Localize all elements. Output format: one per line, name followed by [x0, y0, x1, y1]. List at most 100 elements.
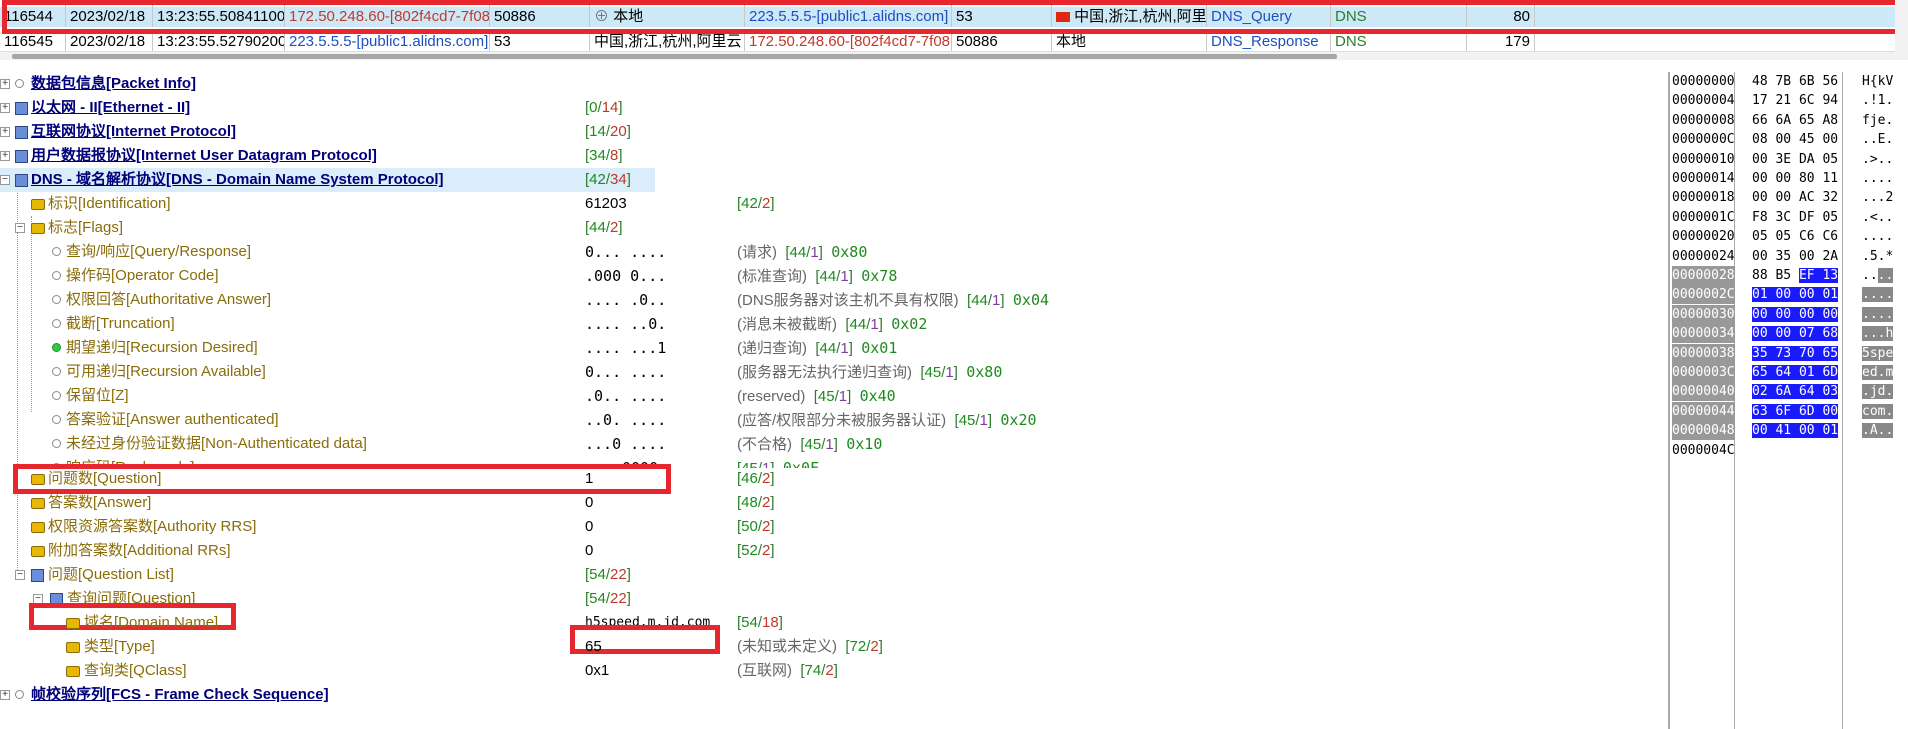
hex-ascii-row[interactable]: H{kV — [1862, 72, 1893, 91]
hex-bytes-row[interactable]: 63 6F 6D 00 — [1752, 402, 1839, 421]
byte-range: [46/2] — [737, 470, 775, 487]
hex-ascii-row[interactable]: ...h — [1862, 324, 1894, 343]
field-icon — [31, 491, 48, 515]
hex-ascii-column[interactable]: H{kV .!1. fje. ..E. .>...... ...2 .<...... .5.*… — [1862, 72, 1907, 729]
hex-ascii-row[interactable]: .<.. — [1862, 208, 1893, 227]
hex-offset: 0000003C — [1672, 363, 1735, 382]
field-label: 查询类[QClass] — [84, 662, 187, 679]
field-icon — [66, 611, 83, 635]
expand-toggle[interactable]: + — [0, 127, 10, 137]
field-value: 0 — [585, 518, 594, 535]
field-value: 0 — [585, 494, 594, 511]
hex-ascii-row[interactable]: 5spe — [1862, 344, 1894, 363]
hex-bytes-row[interactable]: 01 00 00 01 — [1752, 285, 1839, 304]
field-label: 标识[Identification] — [48, 195, 171, 212]
flag-desc: (DNS服务器对该主机不具有权限) [44/1] 0x04 — [737, 291, 1050, 309]
hex-ascii-row[interactable]: ..E. — [1862, 130, 1893, 149]
field-label: 权限资源答案数[Authority RRS] — [48, 518, 257, 535]
collapse-toggle[interactable]: − — [0, 175, 10, 185]
field-icon — [31, 515, 48, 539]
hex-bytes-row[interactable]: 35 73 70 65 — [1752, 344, 1839, 363]
hex-bytes-row[interactable]: F8 3C DF 05 — [1752, 208, 1838, 227]
flag-bits: 0... .... — [585, 363, 667, 381]
hex-offset: 00000034 — [1672, 324, 1735, 344]
flag-desc: (递归查询) [44/1] 0x01 — [737, 339, 898, 357]
hex-ascii-row[interactable]: .... — [1862, 266, 1894, 285]
node-label: 问题[Question List] — [48, 566, 174, 583]
hex-dump-panel[interactable]: 00000000 00000004 00000008 0000000C 00000010… — [1668, 72, 1908, 729]
hex-bytes-row[interactable]: 65 64 01 6D — [1752, 363, 1839, 382]
byte-range: [54/18] — [737, 614, 783, 631]
hex-bytes-row[interactable]: 48 7B 6B 56 — [1752, 72, 1838, 91]
flag-bits: .0.. .... — [585, 387, 667, 405]
hex-bytes-row[interactable]: 05 05 C6 C6 — [1752, 227, 1838, 246]
hex-bytes-row[interactable]: 08 00 45 00 — [1752, 130, 1838, 149]
flag-bits: .000 0... — [585, 267, 667, 285]
flag-desc: (消息未被截断) [44/1] 0x02 — [737, 315, 928, 333]
scrollbar-thumb[interactable] — [12, 54, 1337, 59]
bit-icon — [52, 360, 65, 384]
hex-bytes-row[interactable]: 00 35 00 2A — [1752, 247, 1838, 266]
hex-ascii-row[interactable]: com. — [1862, 402, 1894, 421]
collapse-toggle[interactable]: − — [15, 223, 25, 233]
byte-range: [50/2] — [737, 518, 775, 535]
field-value: 0 — [585, 542, 594, 559]
field-icon — [31, 539, 48, 563]
hex-ascii-row[interactable]: .5.* — [1862, 247, 1893, 266]
hex-bytes-row[interactable]: 00 00 AC 32 — [1752, 188, 1838, 207]
flag-label: 期望递归[Recursion Desired] — [66, 339, 258, 356]
packet-src: 223.5.5.5-[public1.alidns.com] — [285, 32, 490, 52]
hex-ascii-row[interactable]: .A.. — [1862, 421, 1894, 440]
flag-desc: (reserved) [45/1] 0x40 — [737, 387, 896, 405]
hex-ascii-row[interactable]: .... — [1862, 305, 1894, 324]
hex-offset: 00000028 — [1672, 266, 1735, 285]
packet-sport: 53 — [490, 32, 590, 52]
hex-offset: 00000004 — [1672, 93, 1735, 109]
expand-toggle[interactable]: + — [0, 151, 10, 161]
byte-range: [34/8] — [585, 147, 623, 164]
horizontal-scrollbar[interactable] — [0, 51, 1895, 60]
expand-toggle[interactable]: + — [0, 690, 10, 700]
hex-ascii-row[interactable]: .... — [1862, 169, 1893, 188]
packet-list[interactable]: 116543 2023/02/18 13:23:55.508 172.50.24… — [0, 0, 1908, 60]
packet-date: 2023/02/18 — [66, 32, 153, 52]
expand-toggle[interactable]: + — [0, 103, 10, 113]
hex-ascii-row[interactable]: fje. — [1862, 111, 1893, 130]
hex-bytes-row[interactable]: 02 6A 64 03 — [1752, 382, 1839, 401]
hex-bytes-row[interactable]: 00 00 00 00 — [1752, 305, 1839, 324]
packet-id: 116545 — [0, 32, 66, 52]
hex-bytes-row[interactable]: 00 00 80 11 — [1752, 169, 1838, 188]
hex-bytes-row[interactable]: 17 21 6C 94 — [1752, 91, 1838, 110]
hex-offset: 00000030 — [1672, 304, 1735, 324]
protocol-icon — [15, 168, 31, 192]
byte-range: [54/22] — [585, 590, 631, 607]
collapse-toggle[interactable]: − — [15, 570, 25, 580]
hex-ascii-row[interactable]: .... — [1862, 285, 1894, 304]
hex-bytes-row[interactable]: 00 00 07 68 — [1752, 324, 1839, 343]
hex-ascii-row[interactable]: .jd. — [1862, 382, 1894, 401]
hex-offset: 00000044 — [1672, 401, 1735, 421]
packet-detail-tree[interactable]: + 数据包信息[Packet Info] + 以太网 - II[Ethernet… — [0, 72, 1660, 729]
hex-ascii-row[interactable]: .... — [1862, 227, 1893, 246]
hex-bytes-row[interactable]: 66 6A 65 A8 — [1752, 111, 1838, 130]
hex-ascii-row[interactable]: .!1. — [1862, 91, 1893, 110]
packet-row[interactable]: 116545 2023/02/18 13:23:55.527902000 223… — [0, 32, 1895, 52]
hex-ascii-row[interactable]: ...2 — [1862, 188, 1893, 207]
vertical-scrollbar[interactable] — [1895, 0, 1908, 60]
flag-label: 未经过身份验证数据[Non-Authenticated data] — [66, 435, 367, 452]
hex-bytes-row[interactable]: 88 B5 EF 13 — [1752, 266, 1839, 285]
hex-ascii-row[interactable]: .>.. — [1862, 150, 1893, 169]
hex-bytes-column[interactable]: 48 7B 6B 56 17 21 6C 94 66 6A 65 A8 08 00 4… — [1752, 72, 1843, 729]
field-icon — [66, 635, 83, 659]
hex-bytes-row[interactable]: 00 41 00 01 — [1752, 421, 1839, 440]
node-label: 帧校验序列[FCS - Frame Check Sequence] — [31, 686, 329, 703]
expand-toggle[interactable]: + — [0, 79, 10, 89]
hex-offset: 00000014 — [1672, 171, 1735, 186]
field-label: 附加答案数[Additional RRs] — [48, 542, 231, 559]
hex-ascii-row[interactable]: ed.m — [1862, 363, 1894, 382]
flag-label: 保留位[Z] — [66, 387, 129, 404]
protocol-icon — [15, 96, 31, 120]
hex-offset: 00000010 — [1672, 151, 1735, 167]
tree-node-dns[interactable]: − DNS - 域名解析协议[DNS - Domain Name System … — [0, 168, 655, 192]
hex-bytes-row[interactable]: 00 3E DA 05 — [1752, 150, 1838, 169]
